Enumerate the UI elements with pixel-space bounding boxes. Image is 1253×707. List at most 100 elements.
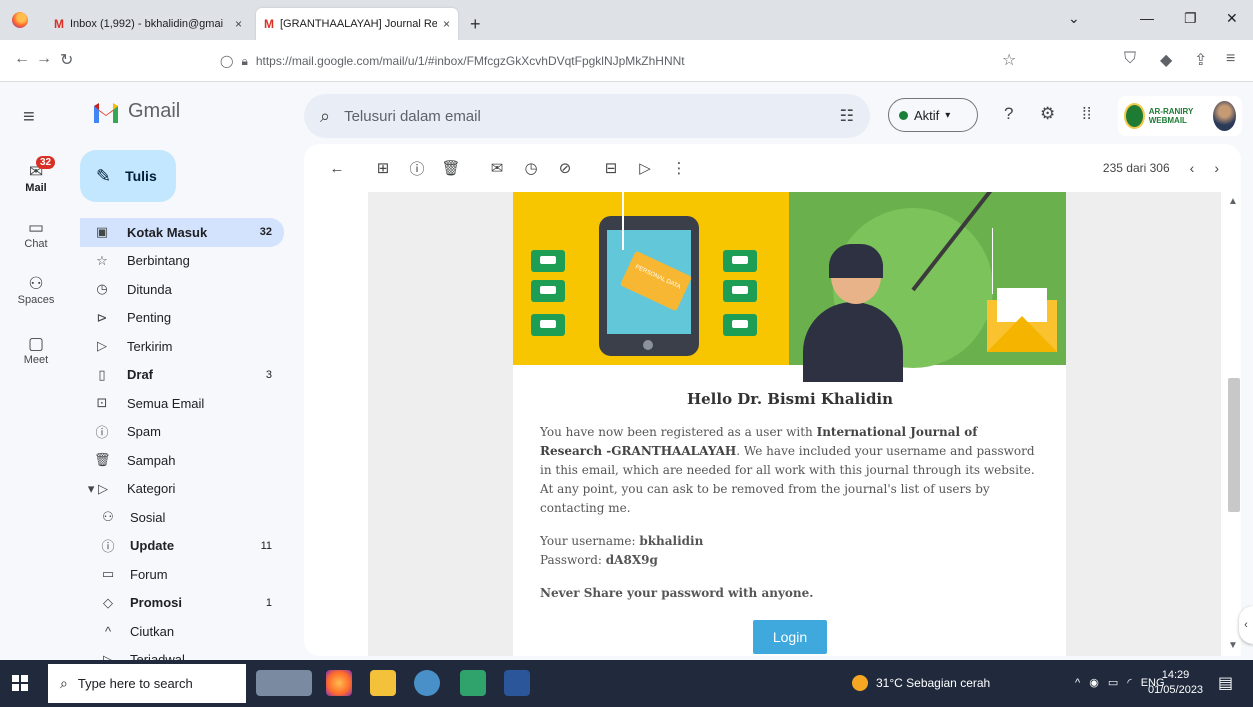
rail-meet[interactable]: ▢ Meet: [0, 334, 72, 366]
scroll-up-icon[interactable]: ▲: [1228, 196, 1238, 207]
scroll-thumb[interactable]: [1228, 378, 1240, 512]
delete-icon[interactable]: 🗑︎: [434, 159, 468, 177]
folder-forums[interactable]: ▭ Forum: [80, 560, 284, 589]
share-icon[interactable]: ⇪: [1194, 50, 1207, 70]
weather-widget[interactable]: 31°C Sebagian cerah: [852, 675, 990, 691]
draft-icon: ▯: [98, 366, 106, 382]
url-bar[interactable]: ◯ 🔒︎ https://mail.google.com/mail/u/1/#i…: [210, 46, 1022, 76]
folder-trash[interactable]: 🗑︎ Sampah: [80, 446, 284, 475]
url-text[interactable]: https://mail.google.com/mail/u/1/#inbox/…: [256, 54, 685, 68]
minimize-icon[interactable]: —: [1140, 10, 1154, 26]
rail-spaces[interactable]: ⚇ Spaces: [0, 274, 72, 306]
star-icon: ☆: [96, 252, 108, 268]
help-icon[interactable]: ?: [1004, 104, 1013, 124]
folder-label: Terkirim: [127, 338, 173, 354]
rail-chat[interactable]: ▭ Chat: [0, 218, 72, 250]
close-tab-icon[interactable]: ×: [443, 17, 450, 31]
taskbar-search-input[interactable]: ⌕ Type here to search: [48, 664, 246, 703]
tab-inbox[interactable]: M Inbox (1,992) - bkhalidin@gmai ×: [46, 8, 250, 40]
forward-icon[interactable]: →: [36, 50, 52, 68]
apps-grid-icon[interactable]: ⁞⁞: [1082, 104, 1091, 124]
add-task-icon[interactable]: ⊘: [548, 159, 582, 177]
report-spam-icon[interactable]: ⓘ: [400, 158, 434, 179]
search-input[interactable]: ⌕ Telusuri dalam email ☷: [304, 94, 870, 138]
bookmark-star-icon[interactable]: ☆: [1002, 50, 1016, 70]
folder-important[interactable]: ⊳ Penting: [80, 304, 284, 333]
settings-gear-icon[interactable]: ⚙: [1040, 104, 1055, 124]
notification-icon[interactable]: ▤: [1218, 673, 1233, 693]
close-window-icon[interactable]: ✕: [1226, 10, 1238, 27]
folder-promotions[interactable]: ◇ Promosi 1: [80, 589, 284, 618]
bridge-widget-icon[interactable]: [256, 670, 312, 696]
new-tab-button[interactable]: +: [470, 14, 481, 35]
word-icon[interactable]: [504, 670, 530, 696]
avatar[interactable]: [1213, 101, 1237, 131]
browser-nav-bar: ← → ↻ ◯ 🔒︎ https://mail.google.com/mail/…: [0, 40, 1253, 82]
shield-icon[interactable]: ◯: [220, 54, 233, 68]
label-icon[interactable]: ▷: [628, 159, 662, 177]
vertical-scrollbar[interactable]: ▲ ▼: [1224, 192, 1241, 656]
app-icon[interactable]: [414, 670, 440, 696]
chevron-up-icon[interactable]: ^: [1075, 677, 1080, 689]
folder-snoozed[interactable]: ◷ Ditunda: [80, 275, 284, 304]
back-icon[interactable]: ←: [14, 50, 30, 68]
windows-taskbar: ⌕ Type here to search 31°C Sebagian cera…: [0, 660, 1253, 707]
chart-app-icon[interactable]: [460, 670, 486, 696]
windows-start-icon[interactable]: [12, 675, 28, 691]
firefox-icon[interactable]: [12, 12, 28, 28]
folder-social[interactable]: ⚇ Sosial: [80, 503, 284, 532]
menu-icon[interactable]: ≡: [1226, 50, 1235, 68]
search-options-icon[interactable]: ☷: [840, 106, 854, 126]
camera-icon[interactable]: ◉: [1089, 677, 1099, 689]
more-options-icon[interactable]: ⋮: [662, 159, 696, 177]
older-icon[interactable]: ‹: [1190, 160, 1195, 176]
chat-icon: ▭: [27, 218, 45, 237]
search-icon[interactable]: ⌕: [320, 106, 330, 127]
message-toolbar: ← ⊞ ⓘ 🗑︎ ✉ ◷ ⊘ ⊟ ▷ ⋮: [304, 144, 1241, 192]
pocket-icon[interactable]: ⛉: [1124, 50, 1136, 68]
folder-updates[interactable]: ⓘ Update 11: [80, 532, 284, 561]
folder-collapse[interactable]: ^ Ciutkan: [80, 617, 284, 646]
newer-icon[interactable]: ›: [1214, 160, 1219, 176]
account-switcher[interactable]: AR-RANIRY WEBMAIL: [1118, 96, 1242, 136]
firefox-taskbar-icon[interactable]: [326, 670, 352, 696]
rail-mail[interactable]: ✉ 32 Mail: [0, 156, 72, 194]
spam-icon: ⓘ: [95, 425, 109, 441]
reload-icon[interactable]: ↻: [60, 50, 73, 70]
archive-icon[interactable]: ⊞: [366, 159, 400, 177]
folder-spam[interactable]: ⓘ Spam: [80, 418, 284, 447]
inbox-icon: ▣: [95, 224, 109, 240]
side-panel-toggle-icon[interactable]: ‹: [1239, 606, 1253, 644]
maximize-icon[interactable]: ❐: [1184, 10, 1197, 27]
back-to-inbox-icon[interactable]: ←: [320, 160, 354, 177]
rail-label: Mail: [25, 182, 47, 194]
extension-icon[interactable]: ◆: [1160, 50, 1172, 70]
tab-journal[interactable]: M [GRANTHAALAYAH] Journal Re ×: [256, 8, 458, 40]
snooze-icon[interactable]: ◷: [514, 159, 548, 177]
wifi-icon[interactable]: ◜: [1127, 677, 1131, 689]
main-menu-icon[interactable]: ≡: [23, 106, 35, 129]
folder-drafts[interactable]: ▯ Draf 3: [80, 361, 284, 390]
clock[interactable]: 14:29 01/05/2023: [1148, 668, 1203, 698]
lock-icon[interactable]: 🔒︎: [241, 54, 247, 69]
category-expand-icon: ▾ ▷: [87, 480, 109, 496]
folder-icon: [531, 250, 565, 272]
folder-categories[interactable]: ▾ ▷ Kategori: [80, 475, 284, 504]
close-tab-icon[interactable]: ×: [235, 17, 242, 31]
gmail-logo[interactable]: Gmail: [92, 100, 180, 123]
folder-sent[interactable]: ▷ Terkirim: [80, 332, 284, 361]
tab-list-icon[interactable]: ⌄: [1068, 10, 1080, 27]
file-explorer-icon[interactable]: [370, 670, 396, 696]
email-paragraph: You have now been registered as a user w…: [540, 423, 1040, 518]
compose-button[interactable]: ✎ Tulis: [80, 150, 176, 202]
folder-inbox[interactable]: ▣ Kotak Masuk 32: [80, 218, 284, 247]
battery-icon[interactable]: ▭: [1108, 677, 1118, 689]
folder-all-mail[interactable]: ⊡ Semua Email: [80, 389, 284, 418]
mark-unread-icon[interactable]: ✉: [480, 159, 514, 177]
login-button[interactable]: Login: [753, 620, 827, 654]
scroll-down-icon[interactable]: ▼: [1228, 640, 1238, 651]
folder-starred[interactable]: ☆ Berbintang: [80, 247, 284, 276]
password-value: dA8X9g: [605, 553, 658, 567]
move-to-icon[interactable]: ⊟: [594, 159, 628, 177]
status-selector[interactable]: Aktif ▾: [888, 98, 978, 132]
